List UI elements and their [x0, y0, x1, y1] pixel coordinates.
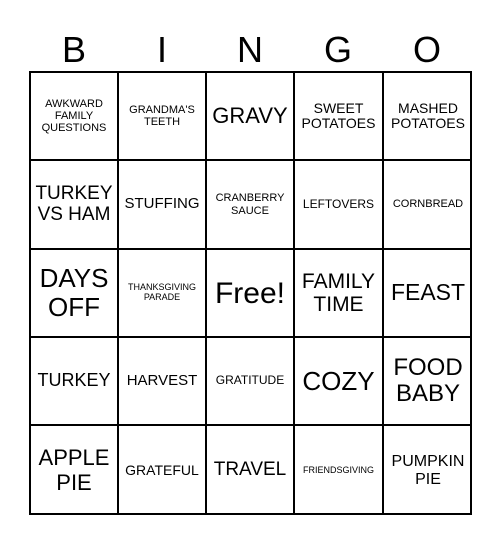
header-letter-o: O — [412, 29, 441, 70]
bingo-cell[interactable]: MASHED POTATOES — [384, 73, 472, 161]
bingo-cell[interactable]: TURKEY — [31, 338, 119, 426]
header-letter-g: G — [323, 29, 352, 70]
bingo-cell[interactable]: DAYS OFF — [31, 250, 119, 338]
bingo-cell[interactable]: PUMPKIN PIE — [384, 426, 472, 515]
bingo-grid: AWKWARD FAMILY QUESTIONS GRANDMA'S TEETH G… — [29, 71, 472, 515]
bingo-cell[interactable]: GRANDMA'S TEETH — [119, 73, 207, 161]
bingo-cell[interactable]: HARVEST — [119, 338, 207, 426]
bingo-cell[interactable]: STUFFING — [119, 161, 207, 250]
bingo-cell[interactable]: FOOD BABY — [384, 338, 472, 426]
header-letter-i: I — [156, 29, 167, 70]
bingo-cell[interactable]: FRIENDSGIVING — [295, 426, 384, 515]
bingo-cell[interactable]: GRATEFUL — [119, 426, 207, 515]
bingo-cell[interactable]: GRATITUDE — [207, 338, 295, 426]
bingo-cell[interactable]: CORNBREAD — [384, 161, 472, 250]
free-space-cell[interactable]: Free! — [207, 250, 295, 338]
bingo-cell[interactable]: FAMILY TIME — [295, 250, 384, 338]
bingo-cell[interactable]: LEFTOVERS — [295, 161, 384, 250]
bingo-cell[interactable]: FEAST — [384, 250, 472, 338]
header-letter-n: N — [237, 29, 263, 70]
bingo-cell[interactable]: TRAVEL — [207, 426, 295, 515]
bingo-cell[interactable]: TURKEY VS HAM — [31, 161, 119, 250]
header-letter-b: B — [61, 29, 86, 70]
bingo-cell[interactable]: SWEET POTATOES — [295, 73, 384, 161]
bingo-cell[interactable]: GRAVY — [207, 73, 295, 161]
bingo-cell[interactable]: APPLE PIE — [31, 426, 119, 515]
bingo-cell[interactable]: CRANBERRY SAUCE — [207, 161, 295, 250]
bingo-cell[interactable]: COZY — [295, 338, 384, 426]
bingo-cell[interactable]: THANKSGIVING PARADE — [119, 250, 207, 338]
bingo-cell[interactable]: AWKWARD FAMILY QUESTIONS — [31, 73, 119, 161]
